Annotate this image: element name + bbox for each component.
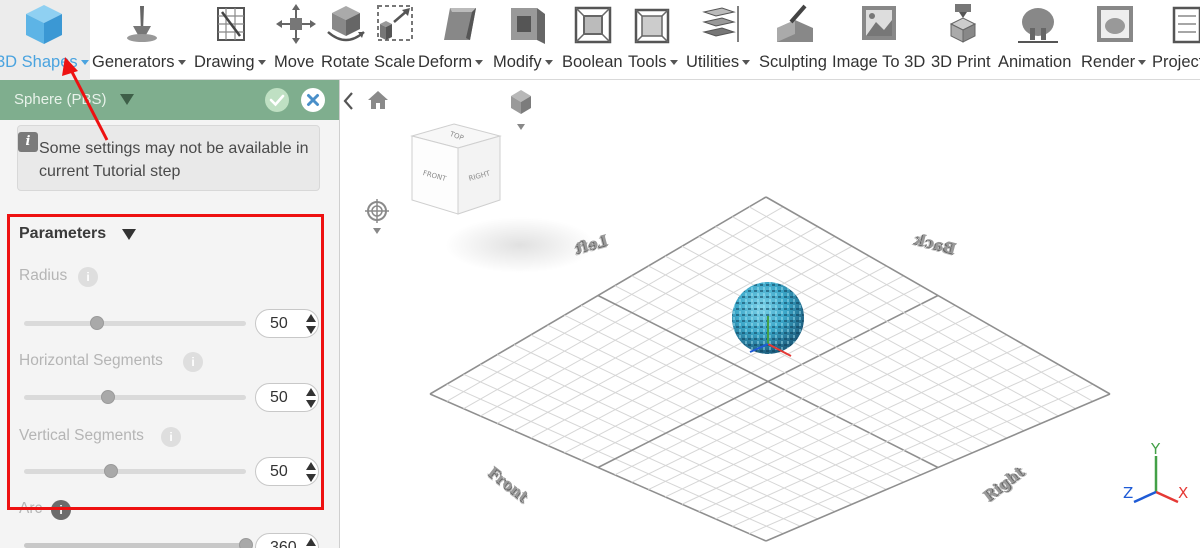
- boolean-icon: [574, 6, 612, 44]
- toolbar-item-animation[interactable]: Animation: [998, 0, 1078, 80]
- target-crosshair-icon: [365, 199, 389, 234]
- x-axis-line: [1155, 490, 1179, 504]
- view-cube-shadow: [445, 217, 595, 273]
- view-cube[interactable]: TOP FRONT RIGHT: [404, 114, 514, 224]
- axis-triad: Y X Z: [1123, 440, 1188, 504]
- toolbar-item-projects[interactable]: Projects: [1152, 0, 1200, 80]
- arc-slider-thumb[interactable]: [239, 538, 253, 548]
- toolbar-label: Projects: [1152, 53, 1200, 71]
- dropdown-caret-icon: [257, 60, 266, 66]
- toolbar-label: Tools: [628, 53, 667, 71]
- dropdown-caret-icon: [80, 60, 89, 66]
- confirm-button[interactable]: [265, 88, 289, 112]
- toolbar-label: Rotate: [321, 53, 370, 71]
- dropdown-caret-icon: [669, 60, 678, 66]
- toolbar-label: Image To 3D: [832, 53, 926, 71]
- utilities-icon: [702, 6, 739, 42]
- dropdown-caret-icon: [1138, 60, 1147, 66]
- home-icon: [368, 91, 388, 109]
- move-arrows-icon: [276, 4, 316, 44]
- camera-axes-icon: [511, 90, 531, 130]
- render-icon: [1097, 6, 1133, 42]
- arc-number-input[interactable]: 360: [255, 533, 319, 548]
- collapse-panel-button[interactable]: [340, 89, 358, 113]
- toolbar-item-modify[interactable]: Modify: [493, 0, 559, 80]
- toolbar-label: 3D Print: [931, 53, 991, 71]
- toolbar-label: Animation: [998, 53, 1072, 71]
- toolbar-label: 3D Shapes: [0, 53, 78, 71]
- image-to-3d-icon: [862, 6, 896, 40]
- tools-icon: [634, 8, 670, 44]
- panel-collapse-caret-icon[interactable]: [120, 94, 134, 105]
- toolbar-item-3d-shapes[interactable]: 3D Shapes: [0, 0, 90, 80]
- toolbar-label: Generators: [92, 53, 175, 71]
- rotate-cube-icon: [327, 6, 365, 42]
- increment-arrow-icon[interactable]: [306, 538, 316, 546]
- animation-icon: [1018, 8, 1058, 43]
- y-axis-label: Y: [1150, 440, 1161, 458]
- toolbar-item-move[interactable]: Move: [274, 0, 320, 80]
- main-toolbar: 3D Shapes Generators Drawing Move Rotate…: [0, 0, 1200, 80]
- arc-value: 360: [270, 539, 297, 548]
- toolbar-label: Sculpting: [759, 53, 827, 71]
- toolbar-item-rotate[interactable]: Rotate: [321, 0, 371, 80]
- toolbar-item-tools[interactable]: Tools: [628, 0, 686, 80]
- 3d-print-icon: [949, 4, 977, 43]
- tutorial-warning-note: i Some settings may not be available in …: [17, 125, 320, 191]
- toolbar-item-scale[interactable]: Scale: [374, 0, 416, 80]
- sculpting-icon: [777, 4, 813, 42]
- toolbar-item-drawing[interactable]: Drawing: [194, 0, 272, 80]
- toolbar-label: Scale: [374, 53, 416, 71]
- scale-icon: [377, 5, 413, 41]
- grid-line: [715, 363, 1059, 520]
- modify-icon: [511, 8, 545, 44]
- toolbar-item-sculpting[interactable]: Sculpting: [759, 0, 831, 80]
- dropdown-caret-icon: [475, 60, 484, 66]
- chevron-left-icon: [343, 92, 353, 110]
- 3d-viewport[interactable]: Front Right Left Back TOP FRONT RIGHT Y …: [340, 80, 1200, 548]
- toolbar-label: Drawing: [194, 53, 255, 71]
- drawing-grid-icon: [217, 7, 245, 41]
- grid-line: [765, 393, 1111, 542]
- toolbar-item-utilities[interactable]: Utilities: [686, 0, 758, 80]
- projects-icon: [1172, 6, 1200, 44]
- toolbar-item-generators[interactable]: Generators: [92, 0, 190, 80]
- toolbar-label: Move: [274, 53, 315, 71]
- close-icon: [307, 94, 319, 106]
- check-icon: [269, 94, 285, 107]
- tutorial-note-text: Some settings may not be available in cu…: [39, 140, 309, 180]
- toolbar-label: Render: [1081, 53, 1136, 71]
- dropdown-caret-icon: [742, 60, 751, 66]
- home-view-button[interactable]: [367, 89, 389, 111]
- grid-line: [749, 383, 1093, 535]
- snap-target-button[interactable]: [362, 196, 392, 238]
- deform-icon: [444, 8, 476, 40]
- panel-header: Sphere (PBS): [0, 80, 339, 120]
- arc-slider[interactable]: [24, 538, 253, 548]
- pin-generator-icon: [127, 6, 157, 42]
- camera-view-button[interactable]: [504, 86, 538, 132]
- app-window: 3D Shapes Generators Drawing Move Rotate…: [0, 0, 1200, 548]
- dropdown-caret-icon: [544, 60, 553, 66]
- toolbar-label: Deform: [418, 53, 473, 71]
- panel-title: Sphere (PBS): [14, 91, 107, 108]
- grid-line: [732, 373, 1076, 527]
- z-axis-label: Z: [1123, 484, 1133, 502]
- x-axis-label: X: [1178, 484, 1188, 502]
- toolbar-label: Utilities: [686, 53, 740, 71]
- info-icon: i: [18, 132, 38, 152]
- cube-icon: [26, 5, 62, 44]
- toolbar-item-image-to-3d[interactable]: Image To 3D: [832, 0, 928, 80]
- dropdown-caret-icon: [177, 60, 186, 66]
- toolbar-item-boolean[interactable]: Boolean: [562, 0, 626, 80]
- toolbar-label: Modify: [493, 53, 542, 71]
- parameters-highlight-box: [7, 214, 324, 510]
- toolbar-item-deform[interactable]: Deform: [418, 0, 490, 80]
- cancel-button[interactable]: [301, 88, 325, 112]
- toolbar-label: Boolean: [562, 53, 623, 71]
- toolbar-item-3d-print[interactable]: 3D Print: [931, 0, 997, 80]
- toolbar-item-render[interactable]: Render: [1081, 0, 1149, 80]
- z-axis-line: [1133, 490, 1157, 504]
- grid-line: [765, 196, 1111, 395]
